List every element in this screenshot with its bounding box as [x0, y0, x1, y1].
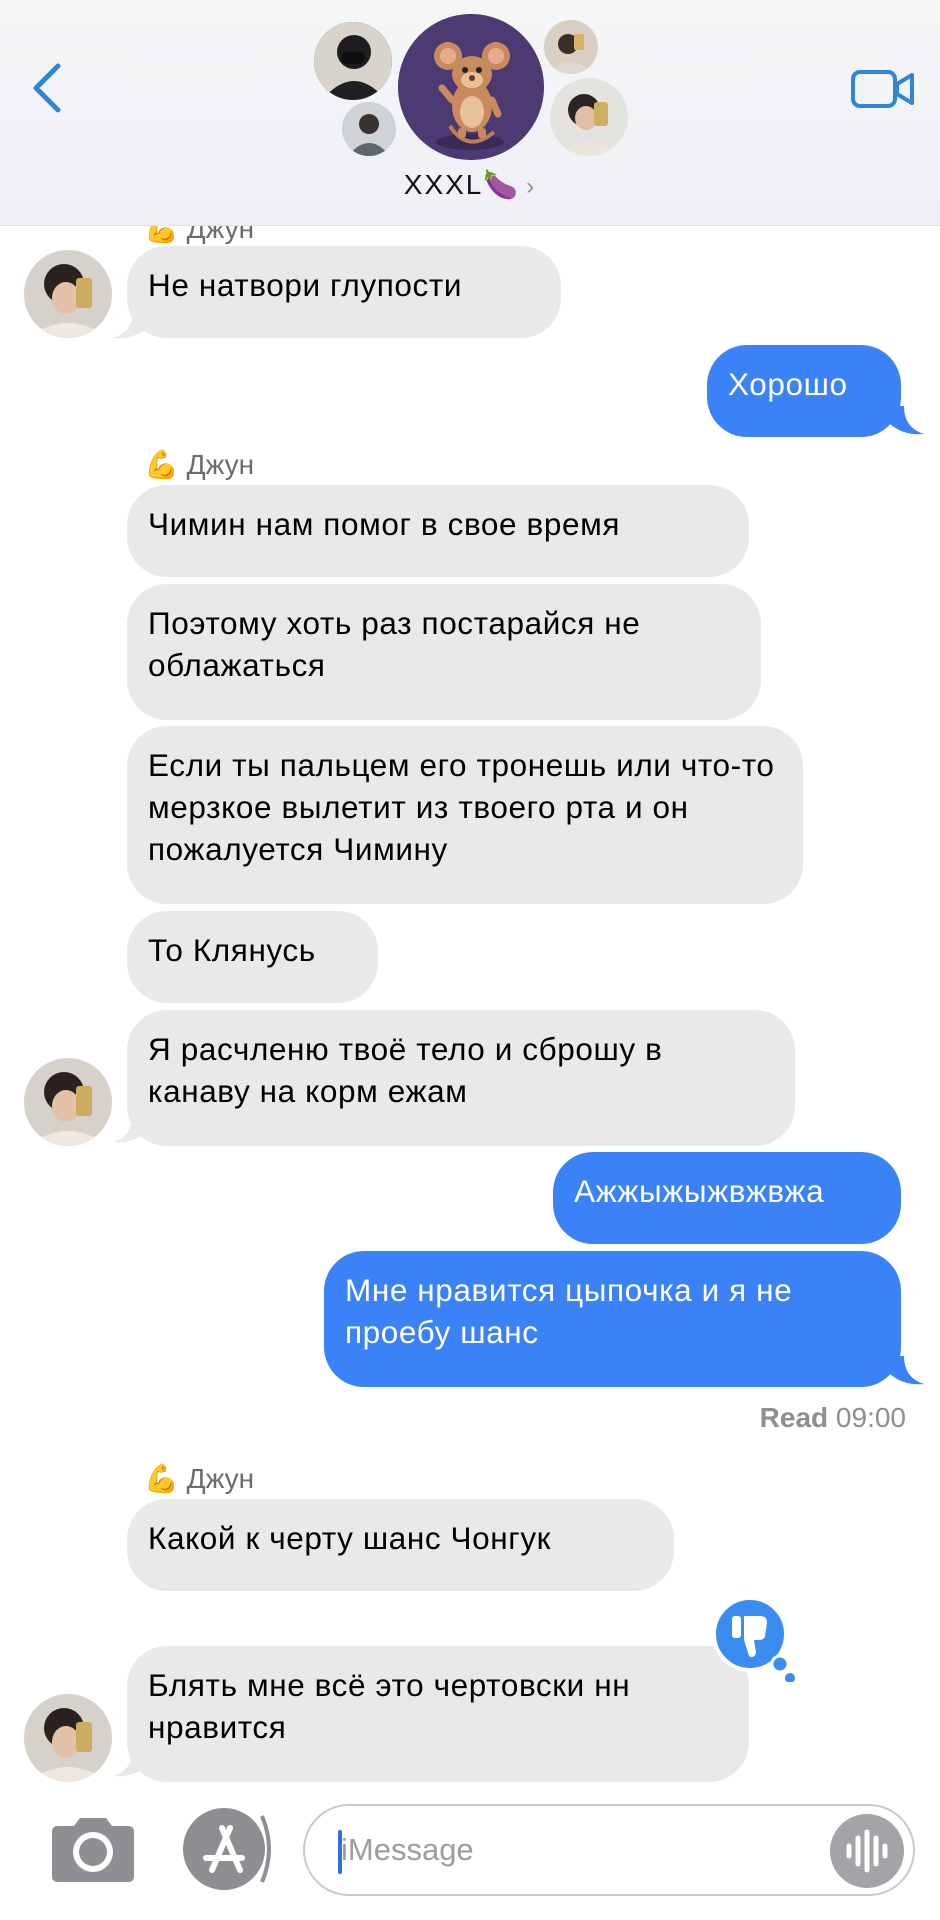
- incoming-message[interactable]: То Клянусь: [127, 911, 378, 1003]
- group-member-avatar[interactable]: [544, 20, 598, 74]
- conversation-header: XXXL🍆 ›: [0, 0, 940, 226]
- group-member-avatar[interactable]: [314, 22, 392, 100]
- video-camera-icon[interactable]: [850, 66, 916, 112]
- outgoing-message[interactable]: Ажжыжыжвжвжа: [553, 1152, 901, 1244]
- sender-avatar[interactable]: [24, 1058, 112, 1146]
- text-caret: [338, 1830, 342, 1874]
- message-input-placeholder: iMessage: [341, 1832, 474, 1867]
- outgoing-message[interactable]: Хорошо: [707, 345, 901, 437]
- read-time: 09:00: [835, 1402, 906, 1433]
- sender-label: 💪 Джун: [144, 449, 255, 480]
- chevron-right-icon: ›: [526, 173, 537, 200]
- incoming-message[interactable]: Блять мне всё это чертовски нн нравится: [127, 1646, 749, 1782]
- read-label: Read: [759, 1402, 829, 1433]
- group-member-avatar[interactable]: [550, 78, 628, 156]
- incoming-message[interactable]: Какой к черту шанс Чонгук: [127, 1499, 674, 1591]
- sender-avatar[interactable]: [24, 1694, 112, 1782]
- incoming-message[interactable]: Не натвори глупости: [127, 246, 561, 338]
- message-input[interactable]: iMessage: [303, 1804, 915, 1896]
- app-store-icon[interactable]: [182, 1806, 276, 1892]
- read-receipt: Read 09:00: [760, 1402, 906, 1434]
- camera-icon[interactable]: [48, 1818, 138, 1882]
- group-member-avatar[interactable]: [342, 102, 396, 156]
- incoming-message[interactable]: Чимин нам помог в свое время: [127, 485, 749, 577]
- audio-waveform-icon[interactable]: [830, 1814, 904, 1888]
- sender-label: 💪 Джун: [144, 1463, 255, 1494]
- group-title[interactable]: XXXL🍆 ›: [0, 168, 940, 201]
- incoming-message[interactable]: Поэтому хоть раз постарайся не облажатьс…: [127, 584, 761, 720]
- incoming-message[interactable]: Если ты пальцем его тронешь или что-то м…: [127, 726, 803, 904]
- incoming-message[interactable]: Я расчленю твоё тело и сброшу в канаву н…: [127, 1010, 795, 1146]
- group-main-avatar[interactable]: [398, 14, 544, 160]
- outgoing-message[interactable]: Мне нравится цыпочка и я не проебу шанс: [324, 1251, 901, 1387]
- group-title-text: XXXL🍆: [403, 169, 521, 200]
- back-chevron-icon[interactable]: [28, 60, 68, 116]
- sender-avatar[interactable]: [24, 250, 112, 338]
- thumbs-down-icon[interactable]: [712, 1598, 796, 1682]
